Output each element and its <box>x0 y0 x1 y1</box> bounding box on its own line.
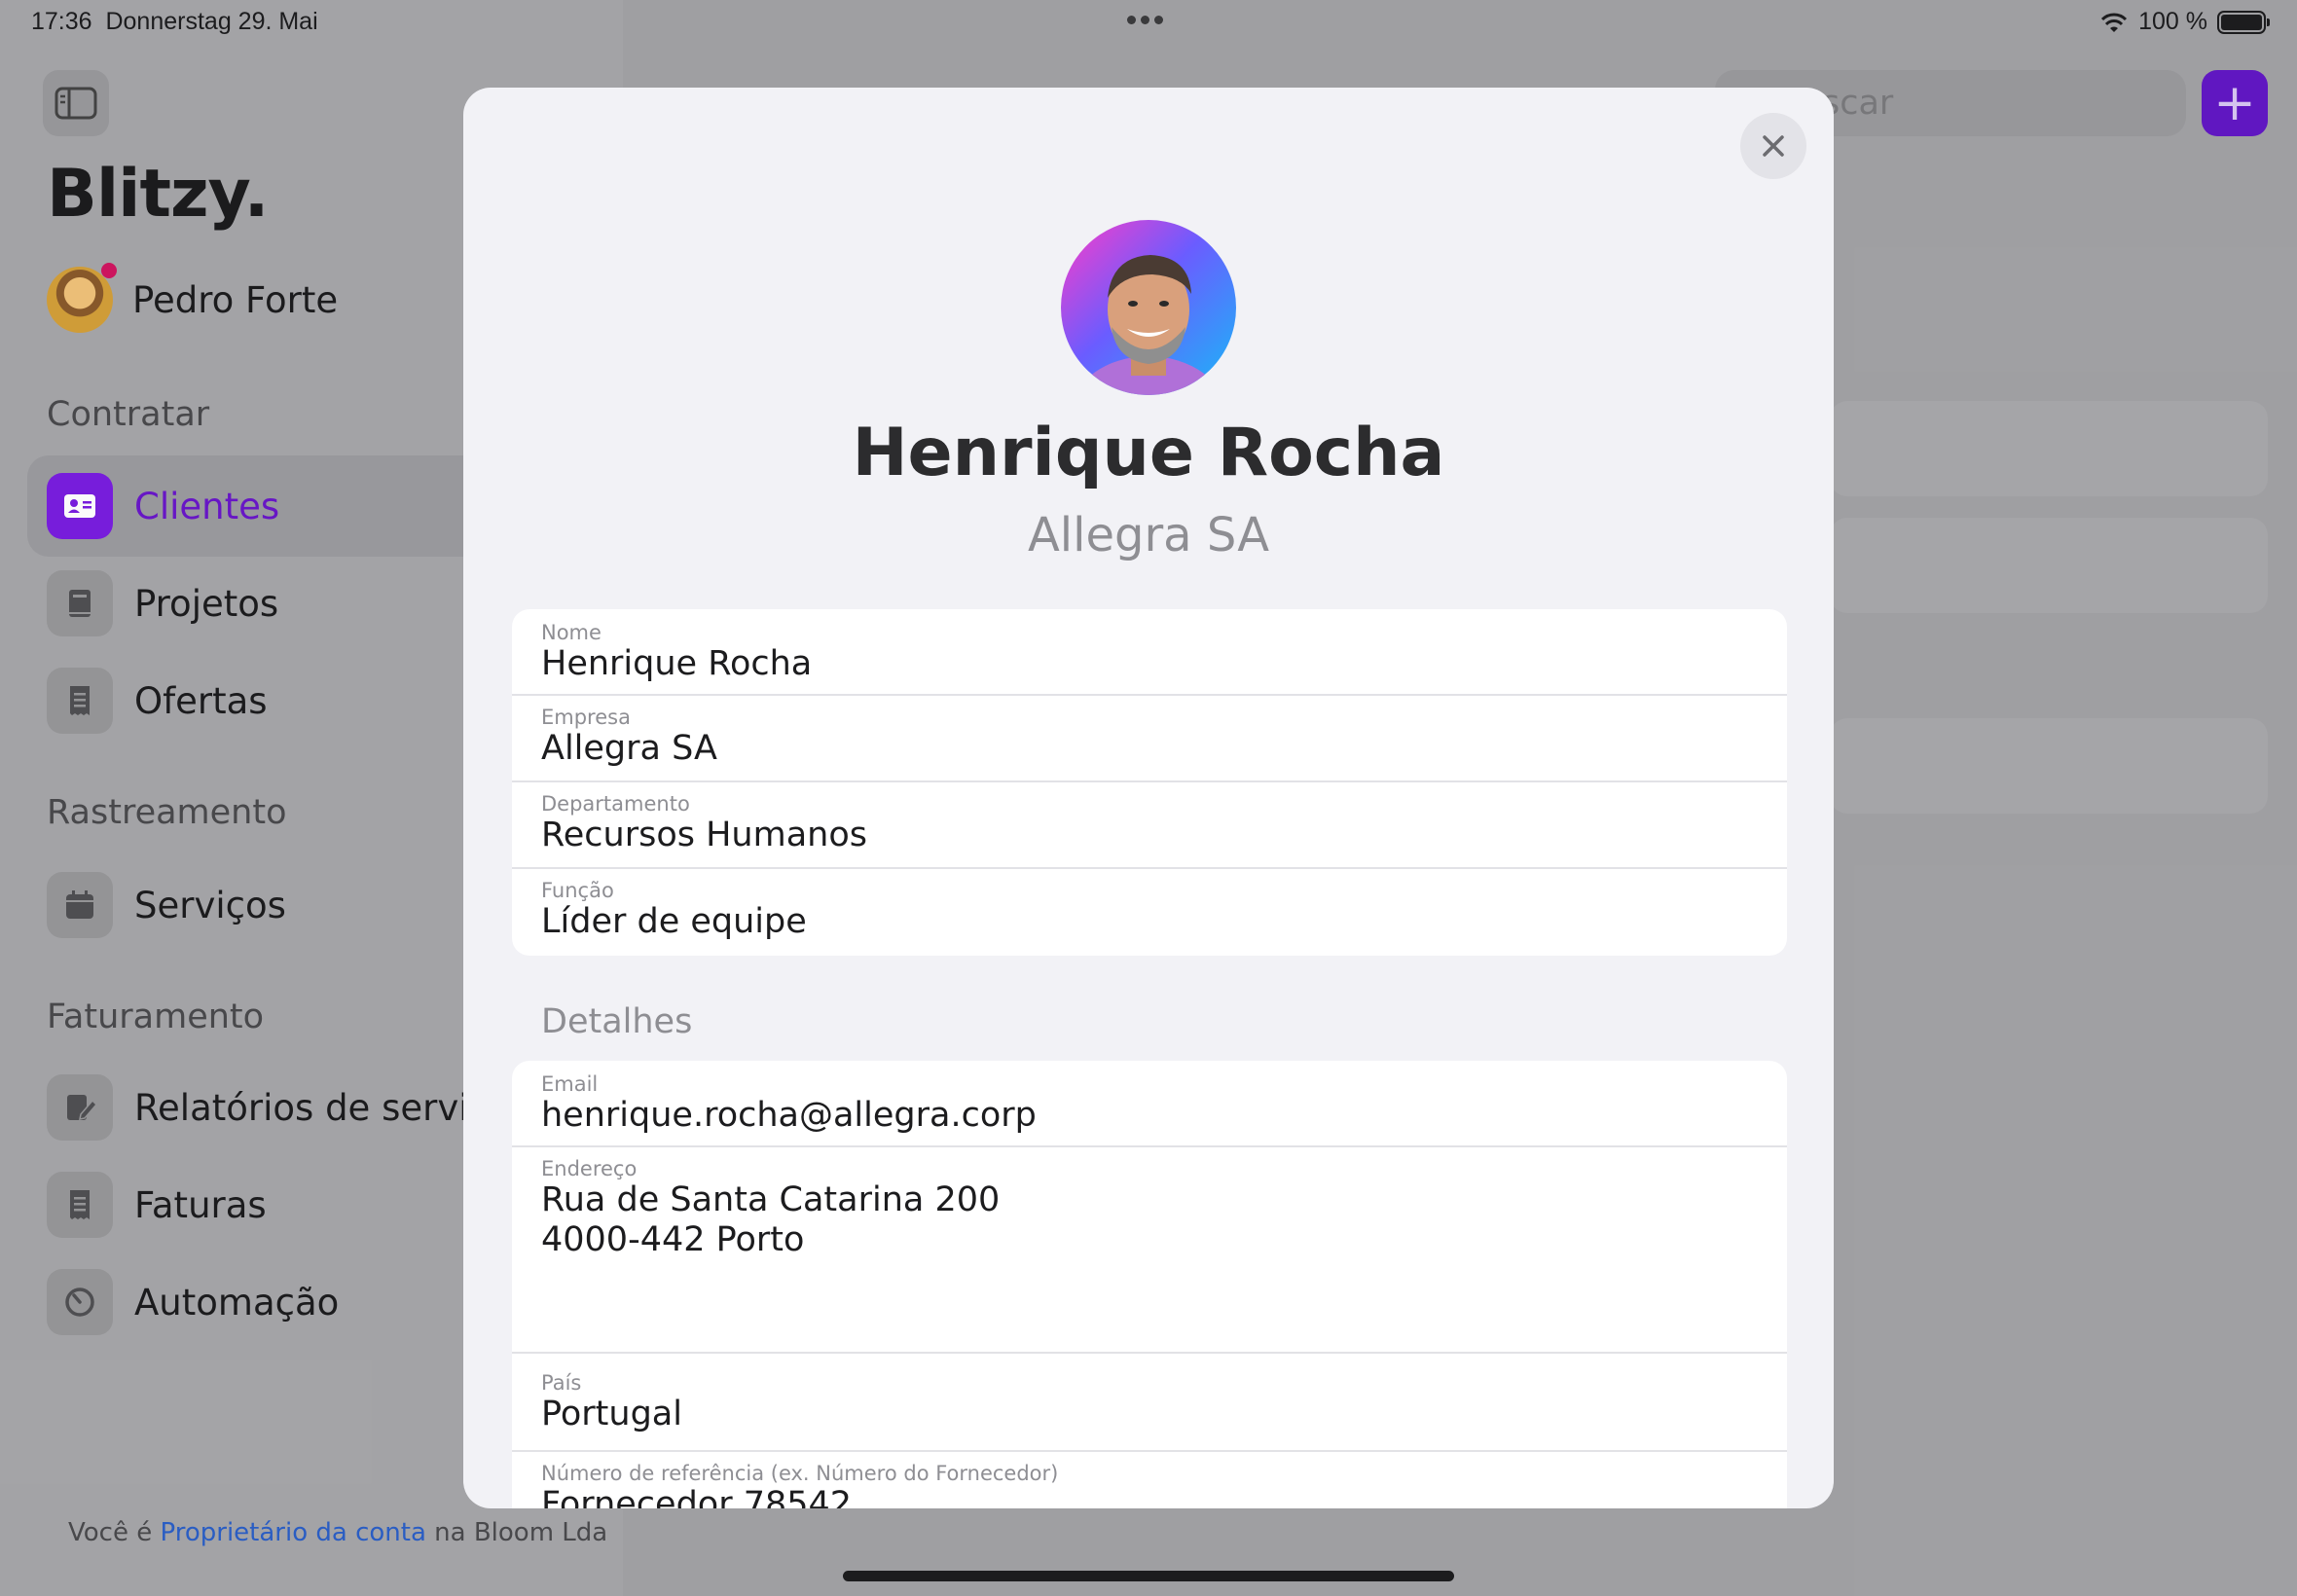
field-label: Função <box>541 879 614 902</box>
battery-icon <box>2217 10 2270 34</box>
details-card: Email henrique.rocha@allegra.corp Endere… <box>512 1061 1787 1508</box>
country-field[interactable]: País Portugal <box>512 1354 1787 1452</box>
field-value: Fornecedor 78542 <box>541 1485 853 1508</box>
battery-percent: 100 % <box>2138 8 2207 35</box>
profile-photo <box>1061 220 1236 395</box>
email-field[interactable]: Email henrique.rocha@allegra.corp <box>512 1061 1787 1147</box>
status-time: 17:36 Donnerstag 29. Mai <box>31 8 318 35</box>
field-label: Departamento <box>541 792 690 816</box>
status-bar: 17:36 Donnerstag 29. Mai 100 % <box>0 0 2297 47</box>
address-field[interactable]: Endereço Rua de Santa Catarina 200 4000-… <box>512 1147 1787 1354</box>
field-value: Allegra SA <box>541 729 717 768</box>
field-label: Email <box>541 1072 599 1096</box>
basic-info-card: Nome Henrique Rocha Empresa Allegra SA D… <box>512 609 1787 956</box>
multitasking-dots-icon[interactable] <box>1127 16 1163 24</box>
department-field[interactable]: Departamento Recursos Humanos <box>512 782 1787 869</box>
close-button[interactable] <box>1740 113 1806 179</box>
field-label: Empresa <box>541 706 631 729</box>
role-field[interactable]: Função Líder de equipe <box>512 869 1787 956</box>
client-detail-modal: Henrique Rocha Allegra SA Nome Henrique … <box>463 88 1834 1508</box>
details-heading: Detalhes <box>541 1002 693 1041</box>
close-icon <box>1763 135 1784 157</box>
field-value: Portugal <box>541 1395 682 1433</box>
field-label: Nome <box>541 621 602 644</box>
wifi-icon <box>2101 13 2128 32</box>
field-label: País <box>541 1371 582 1395</box>
field-value: henrique.rocha@allegra.corp <box>541 1096 1037 1135</box>
field-value: Henrique Rocha <box>541 644 813 683</box>
profile-company: Allegra SA <box>1027 508 1270 562</box>
reference-number-field[interactable]: Número de referência (ex. Número do Forn… <box>512 1452 1787 1508</box>
field-value: Líder de equipe <box>541 902 807 941</box>
address-line-1: Rua de Santa Catarina 200 <box>541 1180 1001 1219</box>
profile-name: Henrique Rocha <box>852 415 1445 491</box>
status-indicators: 100 % <box>2099 8 2270 36</box>
field-label: Número de referência (ex. Número do Forn… <box>541 1462 1059 1485</box>
name-field[interactable]: Nome Henrique Rocha <box>512 609 1787 696</box>
field-label: Endereço <box>541 1157 638 1180</box>
address-line-2: 4000-442 Porto <box>541 1220 805 1259</box>
company-field[interactable]: Empresa Allegra SA <box>512 696 1787 782</box>
field-value: Recursos Humanos <box>541 816 867 854</box>
home-indicator[interactable] <box>843 1571 1454 1581</box>
